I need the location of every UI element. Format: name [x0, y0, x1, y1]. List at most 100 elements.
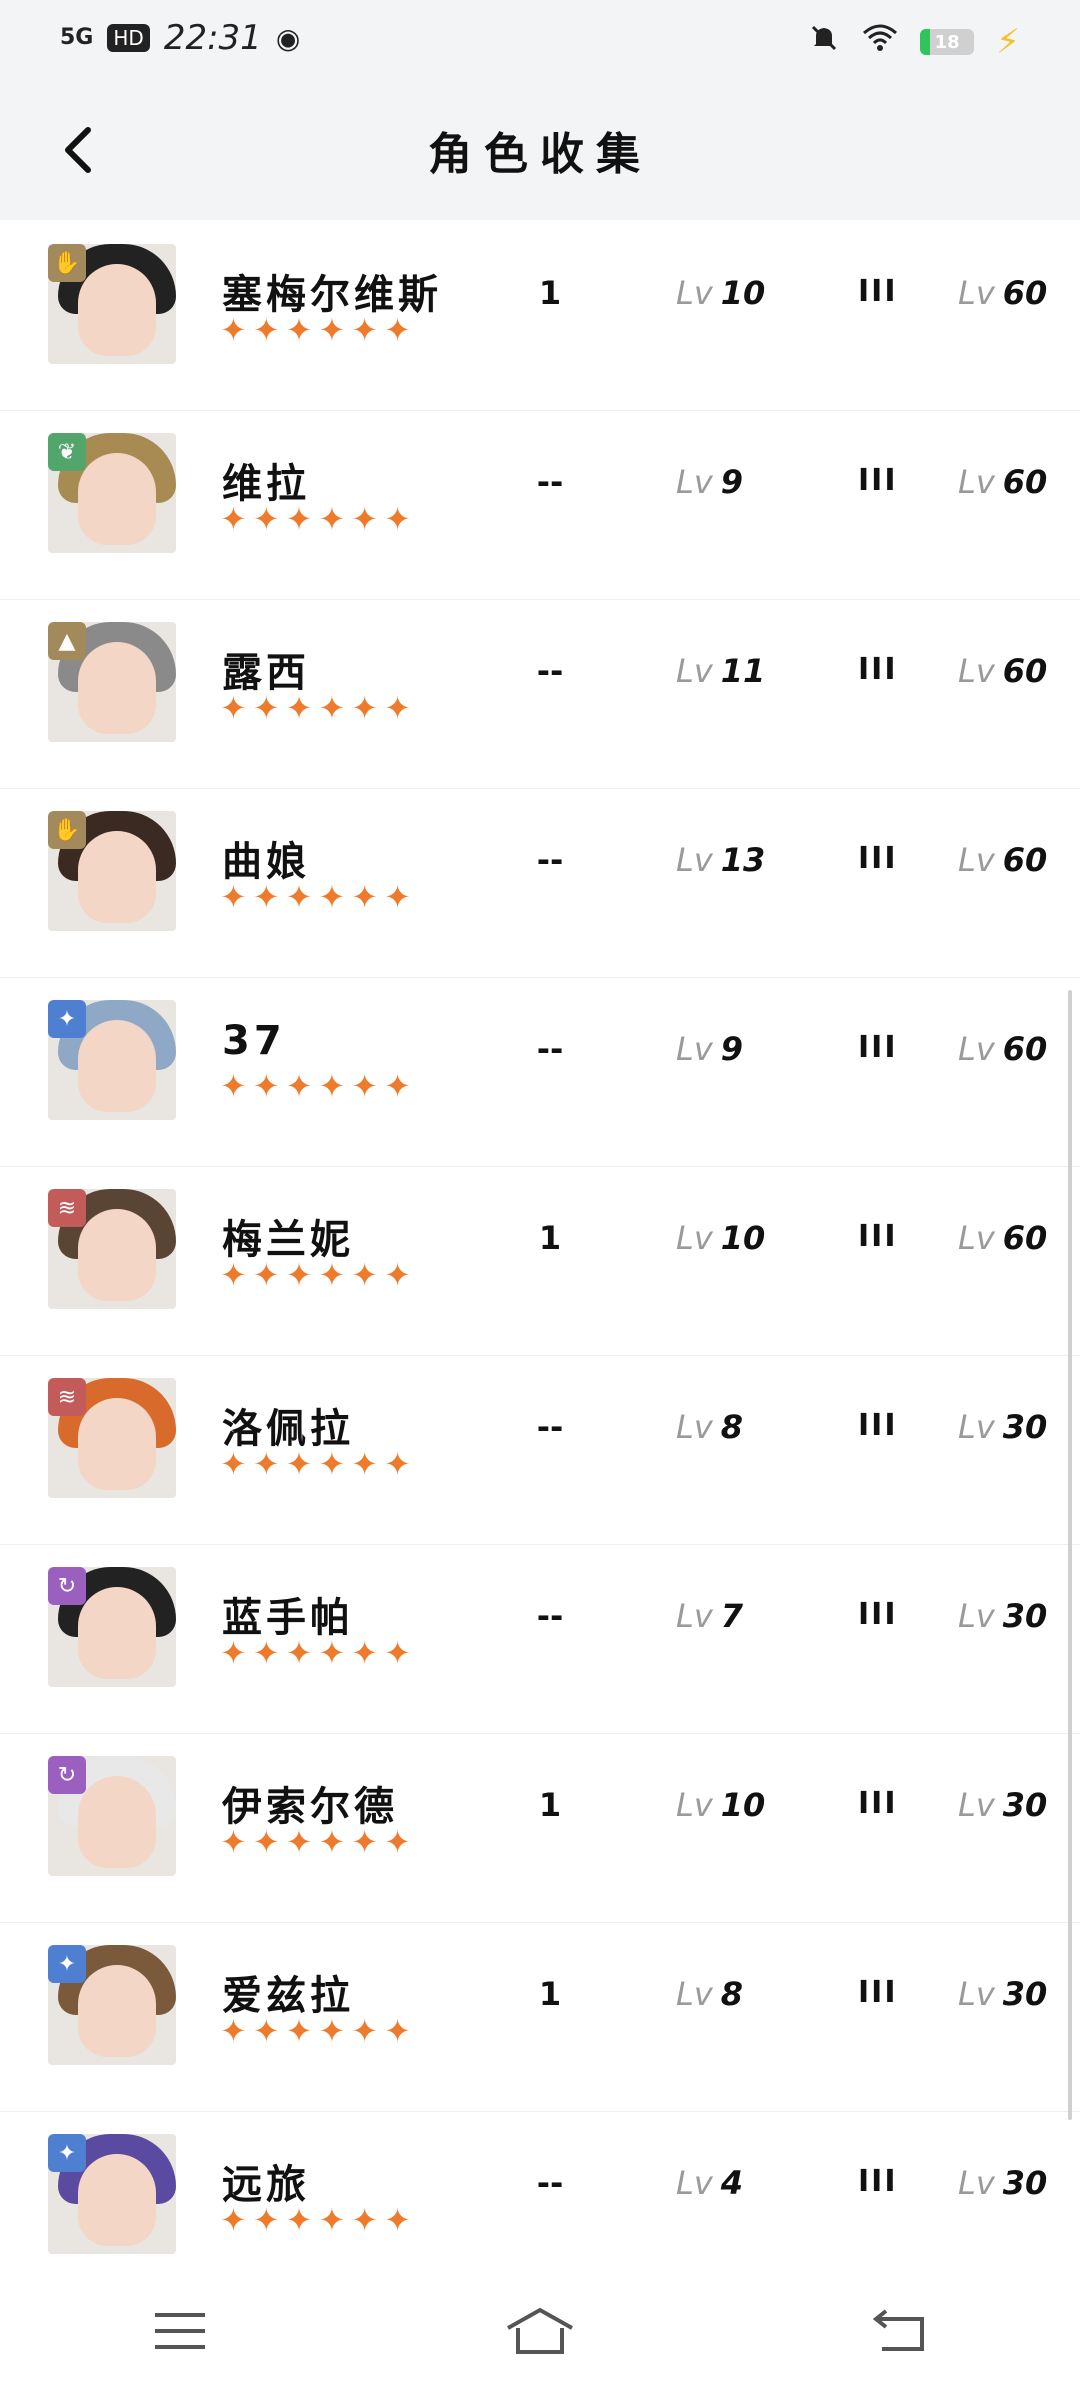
- star-icon: ✦: [351, 1823, 379, 1861]
- clock: 22:31: [163, 18, 262, 58]
- dupe-count: --: [536, 463, 564, 501]
- insight-rank: III: [858, 1597, 898, 1632]
- max-level-value: 60: [1002, 652, 1048, 690]
- star-rating: ✦ ✦ ✦ ✦ ✦ ✦: [220, 2015, 411, 2047]
- max-level: Lv 60: [958, 652, 1047, 690]
- character-row[interactable]: ✦ 37 ✦ ✦ ✦ ✦ ✦ ✦ -- Lv 9 III Lv 60: [0, 978, 1080, 1168]
- star-rating: ✦ ✦ ✦ ✦ ✦ ✦: [220, 1448, 411, 1480]
- wave-icon: ≋: [48, 1189, 86, 1227]
- star-icon: ✦: [220, 311, 247, 349]
- star-icon: ✦: [384, 1067, 411, 1105]
- back-button[interactable]: [48, 120, 108, 180]
- star-rating: ✦ ✦ ✦ ✦ ✦ ✦: [220, 881, 411, 913]
- star-icon: ✦: [318, 1256, 346, 1294]
- cycle-icon: ↻: [48, 1567, 86, 1605]
- max-level: Lv 60: [958, 1030, 1047, 1068]
- current-level: Lv 7: [676, 1597, 743, 1635]
- star-icon: ✦: [384, 1445, 411, 1483]
- max-level-value: 30: [1002, 1975, 1048, 2013]
- star-icon: ✦: [351, 878, 379, 916]
- star-icon: ✦: [220, 1445, 247, 1483]
- insight-rank: III: [858, 1975, 898, 2010]
- max-level-value: 60: [1002, 841, 1048, 879]
- character-list[interactable]: ✋ 塞梅尔维斯 ✦ ✦ ✦ ✦ ✦ ✦ 1 Lv 10 III Lv 60 ❦ 维拉 ✦ ✦ ✦ ✦ ✦ ✦ -- Lv 9 II…: [0, 222, 1080, 2262]
- star-icon: ✦: [220, 2012, 247, 2050]
- back-nav-button[interactable]: [850, 2291, 950, 2371]
- star-icon: ✦: [351, 1445, 379, 1483]
- star-icon: ✦: [252, 878, 280, 916]
- insight-rank: III: [858, 841, 898, 876]
- character-row[interactable]: ≋ 梅兰妮 ✦ ✦ ✦ ✦ ✦ ✦ 1 Lv 10 III Lv 60: [0, 1167, 1080, 1357]
- star-icon: ✦: [318, 2201, 346, 2239]
- dupe-count: 1: [538, 1219, 562, 1257]
- current-level: Lv 11: [676, 652, 765, 690]
- level-label: Lv: [958, 1975, 995, 2013]
- current-level: Lv 9: [676, 1030, 743, 1068]
- star-icon: ✦: [252, 1823, 280, 1861]
- star-icon: ✦: [220, 689, 247, 727]
- max-level: Lv 60: [958, 1219, 1047, 1257]
- character-row[interactable]: ❦ 维拉 ✦ ✦ ✦ ✦ ✦ ✦ -- Lv 9 III Lv 60: [0, 411, 1080, 601]
- current-level: Lv 9: [676, 463, 743, 501]
- star-icon: ✦: [220, 1634, 247, 1672]
- star-icon: ✦: [285, 689, 313, 727]
- character-row[interactable]: ✦ 爱兹拉 ✦ ✦ ✦ ✦ ✦ ✦ 1 Lv 8 III Lv 30: [0, 1923, 1080, 2113]
- level-label: Lv: [676, 1786, 713, 1824]
- star-icon: ✦: [318, 2012, 346, 2050]
- system-nav-bar: [0, 2262, 1080, 2400]
- max-level-value: 60: [1002, 1219, 1048, 1257]
- level-label: Lv: [958, 1786, 995, 1824]
- star-icon: ✦: [318, 1067, 346, 1105]
- star-icon: ✦: [384, 1823, 411, 1861]
- wave-icon: ≋: [48, 1378, 86, 1416]
- star-icon: ✦: [318, 1634, 346, 1672]
- max-level: Lv 30: [958, 1597, 1047, 1635]
- star-icon: ✦: [252, 689, 280, 727]
- star-rating: ✦ ✦ ✦ ✦ ✦ ✦: [220, 1637, 411, 1669]
- star-rating: ✦ ✦ ✦ ✦ ✦ ✦: [220, 1070, 411, 1102]
- pyramid-icon: ▲: [48, 622, 86, 660]
- star-icon: ✦: [285, 1445, 313, 1483]
- status-right: 18 ⚡: [808, 22, 1020, 62]
- character-row[interactable]: ↻ 蓝手帕 ✦ ✦ ✦ ✦ ✦ ✦ -- Lv 7 III Lv 30: [0, 1545, 1080, 1735]
- character-row[interactable]: ✋ 塞梅尔维斯 ✦ ✦ ✦ ✦ ✦ ✦ 1 Lv 10 III Lv 60: [0, 222, 1080, 412]
- menu-button[interactable]: [130, 2291, 230, 2371]
- home-button[interactable]: [490, 2291, 590, 2371]
- scrollbar[interactable]: [1068, 990, 1072, 2120]
- level-label: Lv: [676, 274, 713, 312]
- wifi-icon: [862, 23, 898, 61]
- character-name: 37: [222, 1018, 286, 1064]
- character-row[interactable]: ✦ 远旅 ✦ ✦ ✦ ✦ ✦ ✦ -- Lv 4 III Lv 30: [0, 2112, 1080, 2262]
- character-row[interactable]: ✋ 曲娘 ✦ ✦ ✦ ✦ ✦ ✦ -- Lv 13 III Lv 60: [0, 789, 1080, 979]
- level-label: Lv: [958, 1030, 995, 1068]
- character-row[interactable]: ↻ 伊索尔德 ✦ ✦ ✦ ✦ ✦ ✦ 1 Lv 10 III Lv 30: [0, 1734, 1080, 1924]
- level-value: 13: [720, 841, 766, 879]
- level-label: Lv: [958, 841, 995, 879]
- signal-indicator: 5G: [60, 25, 94, 50]
- character-row[interactable]: ▲ 露西 ✦ ✦ ✦ ✦ ✦ ✦ -- Lv 11 III Lv 60: [0, 600, 1080, 790]
- max-level-value: 60: [1002, 463, 1048, 501]
- page-header: 角色收集: [0, 80, 1080, 220]
- dupe-count: 1: [538, 1786, 562, 1824]
- star-icon: ✦: [285, 1256, 313, 1294]
- star-icon: ✦: [285, 500, 313, 538]
- star-icon: ✦: [384, 500, 411, 538]
- level-label: Lv: [676, 1408, 713, 1446]
- insight-rank: III: [858, 652, 898, 687]
- star-icon: ✦: [285, 1067, 313, 1105]
- current-level: Lv 8: [676, 1408, 743, 1446]
- star-icon: ✦: [252, 311, 280, 349]
- star-icon: ✦: [285, 1823, 313, 1861]
- max-level-value: 60: [1002, 274, 1048, 312]
- menu-icon: [155, 2313, 205, 2349]
- star-icon: ✦: [318, 500, 346, 538]
- max-level-value: 30: [1002, 2164, 1048, 2202]
- star-icon: ✦: [285, 2012, 313, 2050]
- star-icon: ✦: [252, 2201, 280, 2239]
- level-value: 9: [720, 1030, 744, 1068]
- character-row[interactable]: ≋ 洛佩拉 ✦ ✦ ✦ ✦ ✦ ✦ -- Lv 8 III Lv 30: [0, 1356, 1080, 1546]
- level-label: Lv: [676, 1219, 713, 1257]
- star-icon: ✦: [384, 311, 411, 349]
- dupe-count: 1: [538, 274, 562, 312]
- max-level-value: 60: [1002, 1030, 1048, 1068]
